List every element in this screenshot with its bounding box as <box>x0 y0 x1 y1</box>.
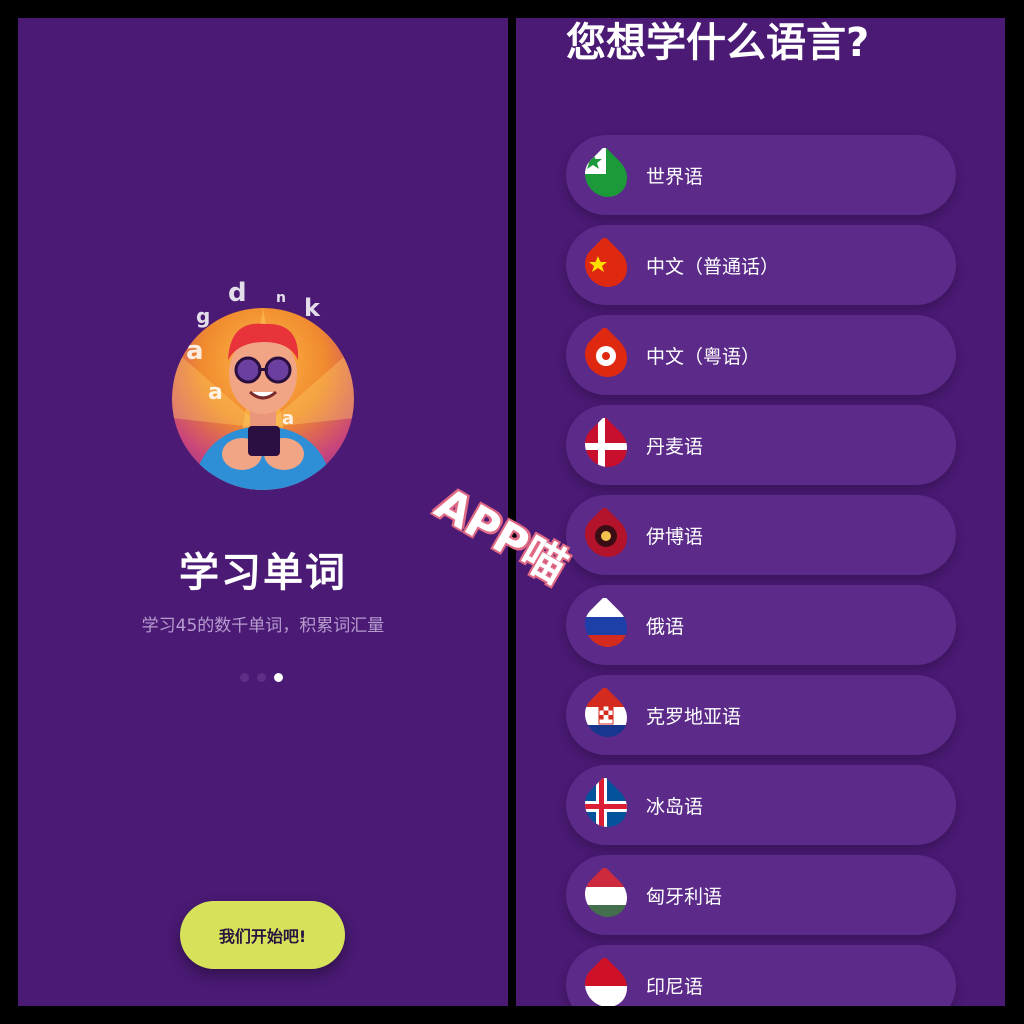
avatar-circle: a a a <box>172 308 354 490</box>
decor-letter: d <box>228 278 247 308</box>
language-label: 克罗地亚语 <box>646 705 742 728</box>
decor-letter: k <box>304 294 320 322</box>
hong-kong-flag-icon <box>576 326 635 385</box>
decor-letter: n <box>276 290 286 306</box>
language-item-croatian[interactable]: 克罗地亚语 <box>566 675 956 755</box>
language-item-mandarin[interactable]: 中文（普通话） <box>566 225 956 305</box>
page-dot[interactable] <box>257 673 266 682</box>
china-flag-icon <box>576 236 635 295</box>
language-label: 冰岛语 <box>646 795 704 818</box>
language-item-russian[interactable]: 俄语 <box>566 585 956 665</box>
language-item-esperanto[interactable]: 世界语 <box>566 135 956 215</box>
iceland-flag-icon <box>576 776 635 835</box>
language-item-indonesian[interactable]: 印尼语 <box>566 945 956 1006</box>
language-label: 丹麦语 <box>646 435 704 458</box>
indonesia-flag-icon <box>576 956 635 1006</box>
decor-letter: a <box>208 380 223 405</box>
language-picker-screen: 您想学什么语言? 世界语 中文（普通话） 中文（粤语） 丹麦语 伊博语 俄语 克… <box>516 18 1005 1006</box>
language-item-cantonese[interactable]: 中文（粤语） <box>566 315 956 395</box>
start-button[interactable]: 我们开始吧! <box>180 901 345 969</box>
page-dot-active[interactable] <box>274 673 283 682</box>
language-item-hungarian[interactable]: 匈牙利语 <box>566 855 956 935</box>
hungary-flag-icon <box>576 866 635 925</box>
decor-letter: a <box>282 408 295 429</box>
croatia-flag-icon <box>576 686 635 745</box>
onboarding-title: 学习单词 <box>179 550 347 596</box>
language-label: 俄语 <box>646 615 685 638</box>
language-label: 印尼语 <box>646 975 704 998</box>
language-item-icelandic[interactable]: 冰岛语 <box>566 765 956 845</box>
decor-letter: a <box>186 336 204 366</box>
igbo-flag-icon <box>576 506 635 565</box>
language-item-danish[interactable]: 丹麦语 <box>566 405 956 485</box>
onboarding-illustration: a a a d n g k <box>168 278 358 490</box>
page-indicator <box>240 673 283 682</box>
page-title: 您想学什么语言? <box>566 20 870 66</box>
russia-flag-icon <box>576 596 635 655</box>
language-label: 中文（粤语） <box>646 345 761 368</box>
language-label: 伊博语 <box>646 525 704 548</box>
decor-letter: g <box>196 304 211 328</box>
onboarding-subtitle: 学习45的数千单词，积累词汇量 <box>141 616 385 636</box>
language-item-igbo[interactable]: 伊博语 <box>566 495 956 575</box>
page-dot[interactable] <box>240 673 249 682</box>
esperanto-flag-icon <box>576 146 635 205</box>
denmark-flag-icon <box>576 416 635 475</box>
language-label: 匈牙利语 <box>646 885 723 908</box>
language-label: 世界语 <box>646 165 704 188</box>
language-label: 中文（普通话） <box>646 255 780 278</box>
onboarding-screen: a a a d n g k 学习单词 学习45的数千单词，积累词汇量 我们开始吧… <box>18 18 508 1006</box>
